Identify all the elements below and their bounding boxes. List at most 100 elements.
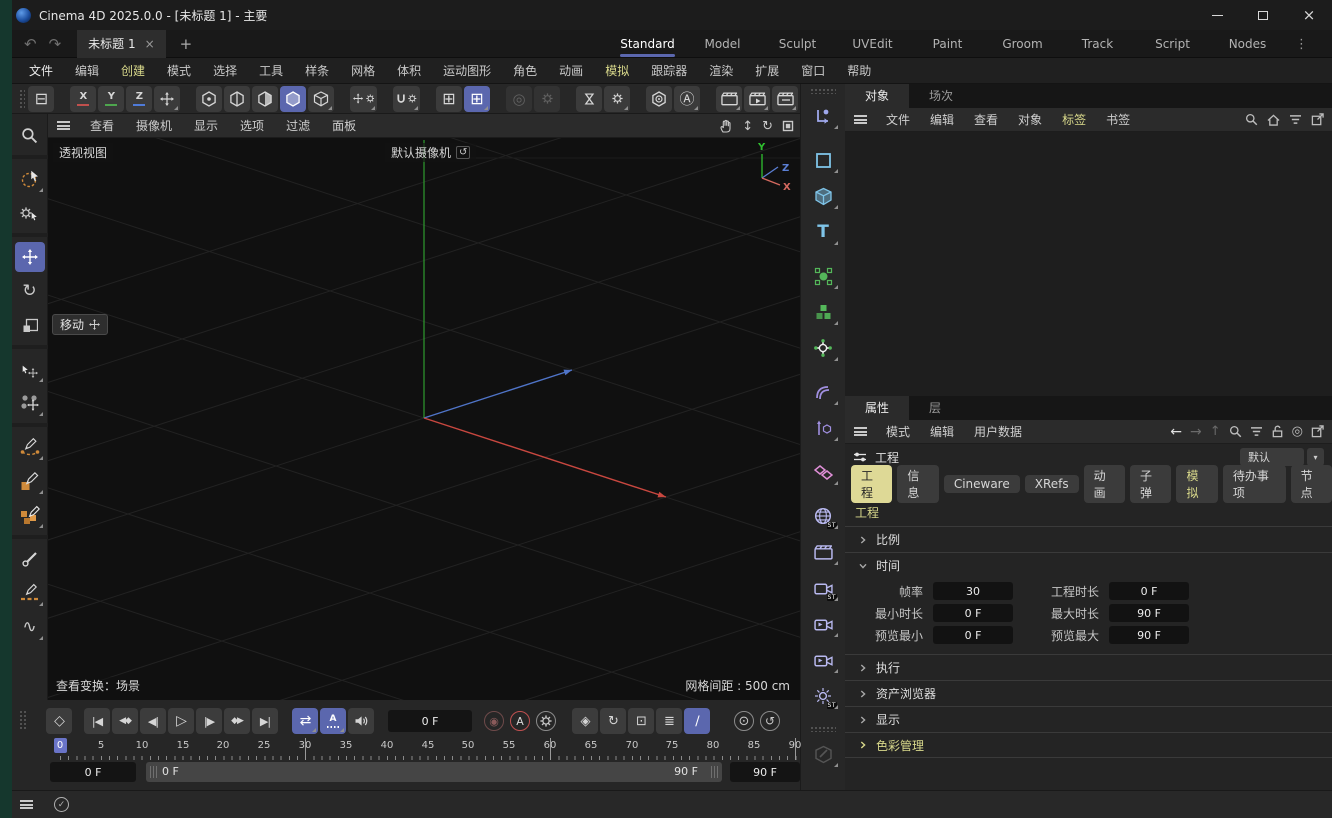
render-camera-icon[interactable] bbox=[806, 609, 840, 639]
viewport-canvas[interactable] bbox=[48, 138, 800, 700]
am-forward-icon[interactable]: → bbox=[1190, 424, 1202, 440]
coordinate-system-button[interactable] bbox=[350, 86, 377, 112]
layout-tab-track[interactable]: Track bbox=[1060, 30, 1135, 58]
axis-center-tool[interactable] bbox=[15, 388, 45, 418]
key-position-button[interactable]: ◈ bbox=[572, 708, 598, 734]
om-menu-objects[interactable]: 对象 bbox=[1008, 111, 1052, 128]
generator-gear-icon[interactable] bbox=[806, 333, 840, 363]
object-list-area[interactable] bbox=[845, 132, 1332, 396]
key-filter-button[interactable]: ∕ bbox=[684, 708, 710, 734]
sketch-pen-tool[interactable] bbox=[15, 578, 45, 608]
light-icon[interactable]: ST bbox=[806, 681, 840, 711]
snap-button[interactable] bbox=[393, 86, 420, 112]
modeling-settings-button[interactable]: ◎ bbox=[506, 86, 532, 112]
menu-tools[interactable]: 工具 bbox=[248, 58, 294, 84]
preset-dropdown[interactable]: 默认 bbox=[1240, 448, 1304, 466]
chip-project[interactable]: 工程 bbox=[851, 465, 892, 503]
om-menu-view[interactable]: 查看 bbox=[964, 111, 1008, 128]
chip-simulation[interactable]: 模拟 bbox=[1176, 465, 1217, 503]
range-start-field[interactable]: 0 F bbox=[50, 762, 136, 782]
viewport-hamburger-icon[interactable] bbox=[57, 121, 70, 130]
menu-spline[interactable]: 样条 bbox=[294, 58, 340, 84]
chip-cineware[interactable]: Cineware bbox=[944, 475, 1020, 493]
menu-mesh[interactable]: 网格 bbox=[340, 58, 386, 84]
menu-extensions[interactable]: 扩展 bbox=[744, 58, 790, 84]
om-menu-bookmarks[interactable]: 书签 bbox=[1096, 111, 1140, 128]
camera-icon[interactable]: ST bbox=[806, 573, 840, 603]
preview-min-field[interactable]: 0 F bbox=[933, 626, 1013, 644]
chip-bullet[interactable]: 子弹 bbox=[1130, 465, 1171, 503]
bend-deformer-icon[interactable] bbox=[806, 377, 840, 407]
rotate-tool[interactable]: ↻ bbox=[15, 276, 45, 306]
new-tab-button[interactable]: + bbox=[180, 35, 193, 53]
layout-tab-model[interactable]: Model bbox=[685, 30, 760, 58]
menu-character[interactable]: 角色 bbox=[502, 58, 548, 84]
render-settings-button[interactable] bbox=[772, 86, 798, 112]
undo-button[interactable]: ↶ bbox=[24, 35, 37, 53]
render-view-button[interactable] bbox=[716, 86, 742, 112]
lock-x-axis-button[interactable]: X bbox=[70, 86, 96, 112]
tab-attributes[interactable]: 属性 bbox=[845, 396, 909, 420]
chip-info[interactable]: 信息 bbox=[897, 465, 938, 503]
menu-tracker[interactable]: 跟踪器 bbox=[640, 58, 698, 84]
next-frame-button[interactable]: |▶ bbox=[196, 708, 222, 734]
layout-overflow-icon[interactable]: ⋮ bbox=[1295, 37, 1308, 52]
group-time[interactable]: 时间 bbox=[845, 552, 1332, 578]
workplane-button[interactable]: ⊟ bbox=[28, 86, 54, 112]
status-menu-icon[interactable] bbox=[20, 800, 33, 809]
project-duration-field[interactable]: 0 F bbox=[1109, 582, 1189, 600]
render-picture-viewer-button[interactable] bbox=[744, 86, 770, 112]
move-tool[interactable] bbox=[15, 242, 45, 272]
menu-mograph[interactable]: 运动图形 bbox=[432, 58, 502, 84]
menu-render[interactable]: 渲染 bbox=[698, 58, 744, 84]
prev-frame-button[interactable]: ◀| bbox=[140, 708, 166, 734]
axis-gizmo[interactable]: Y Z X bbox=[746, 140, 792, 196]
menu-file[interactable]: 文件 bbox=[18, 58, 64, 84]
menu-animate[interactable]: 动画 bbox=[548, 58, 594, 84]
points-mode-button[interactable] bbox=[196, 86, 222, 112]
group-execution[interactable]: 执行 bbox=[845, 654, 1332, 680]
viewport-menu-filter[interactable]: 过滤 bbox=[275, 114, 321, 138]
palette-drag-handle[interactable] bbox=[810, 726, 836, 732]
chip-todo[interactable]: 待办事项 bbox=[1223, 465, 1286, 503]
om-hamburger-icon[interactable] bbox=[854, 115, 867, 124]
quantize-button[interactable]: ⊞ bbox=[436, 86, 462, 112]
symmetry-button[interactable]: ⋈ bbox=[576, 86, 602, 112]
key-parameter-button[interactable]: ≣ bbox=[656, 708, 682, 734]
model-mode-button[interactable] bbox=[280, 86, 306, 112]
timeline-ruler[interactable] bbox=[60, 756, 797, 760]
volume-builder-icon[interactable] bbox=[806, 297, 840, 327]
layout-tab-uvedit[interactable]: UVEdit bbox=[835, 30, 910, 58]
min-time-field[interactable]: 0 F bbox=[933, 604, 1013, 622]
am-menu-userdata[interactable]: 用户数据 bbox=[964, 423, 1032, 440]
om-search-icon[interactable] bbox=[1245, 113, 1258, 126]
toolbar-drag-handle[interactable] bbox=[19, 89, 25, 109]
lock-z-axis-button[interactable]: Z bbox=[126, 86, 152, 112]
menu-mode[interactable]: 模式 bbox=[156, 58, 202, 84]
pan-hand-icon[interactable] bbox=[719, 119, 733, 133]
tweak-tool[interactable] bbox=[15, 198, 45, 228]
chip-xrefs[interactable]: XRefs bbox=[1025, 475, 1079, 493]
viewport-solo-button[interactable] bbox=[646, 86, 672, 112]
layout-tab-groom[interactable]: Groom bbox=[985, 30, 1060, 58]
timeline-drag-handle[interactable] bbox=[19, 710, 27, 730]
viewport-menu-cameras[interactable]: 摄像机 bbox=[125, 114, 183, 138]
menu-volume[interactable]: 体积 bbox=[386, 58, 432, 84]
sky-environment-icon[interactable]: ST bbox=[806, 501, 840, 531]
minimize-button[interactable] bbox=[1194, 0, 1240, 30]
am-filter-icon[interactable] bbox=[1250, 426, 1263, 437]
instance-xref-icon[interactable] bbox=[806, 457, 840, 487]
om-filter-icon[interactable] bbox=[1289, 114, 1302, 125]
play-button[interactable]: ▷ bbox=[168, 708, 194, 734]
layout-tab-standard[interactable]: Standard bbox=[610, 30, 685, 58]
autokey-button[interactable]: A bbox=[510, 711, 530, 731]
group-scale[interactable]: 比例 bbox=[845, 526, 1332, 552]
spline-pen-icon[interactable] bbox=[806, 101, 840, 131]
cube-primitive-icon[interactable] bbox=[806, 181, 840, 211]
render-active-object-button[interactable]: Ⓐ bbox=[674, 86, 700, 112]
record-button[interactable]: ◉ bbox=[484, 711, 504, 731]
spline-pen-tool[interactable] bbox=[15, 432, 45, 462]
maximize-button[interactable] bbox=[1240, 0, 1286, 30]
palette-drag-handle[interactable] bbox=[810, 88, 836, 94]
group-display[interactable]: 显示 bbox=[845, 706, 1332, 732]
